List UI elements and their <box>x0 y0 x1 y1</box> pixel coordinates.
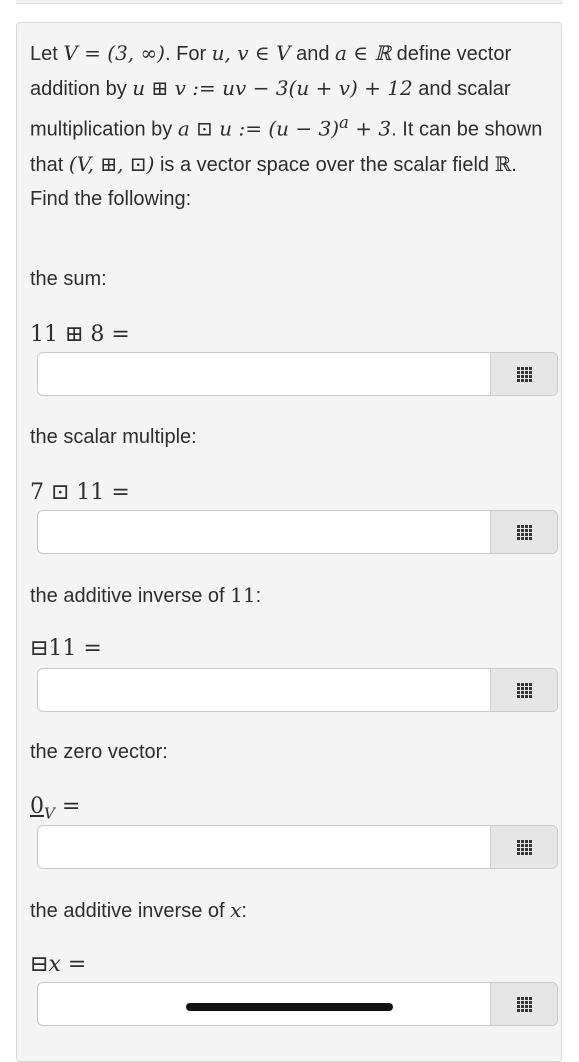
question-label-sum: the sum: <box>30 268 107 290</box>
question-label-scalar: the scalar multiple: <box>30 426 197 448</box>
inverse-operator: ⊟ <box>30 952 49 977</box>
math-palette-grid-icon <box>516 996 532 1012</box>
label-math: 11 <box>230 583 256 607</box>
zero-subscript: V <box>44 804 55 823</box>
intro-math: a ⊡ u := (u − 3) <box>177 116 340 141</box>
question-expression-inverse-x: ⊟x = <box>30 952 86 977</box>
answer-input-sum[interactable] <box>38 353 493 395</box>
label-math: x <box>230 898 242 922</box>
intro-math: + 3 <box>348 116 392 141</box>
answer-field-scalar <box>37 510 558 554</box>
intro-math: a ∈ ℝ <box>335 41 392 65</box>
intro-math: (V, ⊞, ⊡) <box>68 151 155 176</box>
intro-text: and <box>290 43 335 65</box>
math-palette-grid-icon <box>516 366 532 382</box>
question-expression-sum: 11 ⊞ 8 = <box>30 322 130 347</box>
math-palette-button[interactable] <box>490 826 557 868</box>
variable-x: x <box>48 952 61 977</box>
intro-math-exponent: a <box>339 113 349 132</box>
question-expression-zero: 0V = <box>30 794 80 822</box>
equals-sign: = <box>60 952 87 977</box>
equals-sign: = <box>54 794 81 819</box>
intro-math: ℝ <box>494 151 512 176</box>
math-palette-button[interactable] <box>490 353 557 395</box>
math-palette-button[interactable] <box>490 983 557 1025</box>
answer-field-zero <box>37 825 558 869</box>
label-text: : <box>255 585 262 607</box>
home-indicator[interactable] <box>186 1003 393 1011</box>
math-palette-button[interactable] <box>490 511 557 553</box>
intro-math: u, v ∈ V <box>211 41 291 65</box>
math-palette-button[interactable] <box>490 669 557 711</box>
question-expression-scalar: 7 ⊡ 11 = <box>30 480 130 505</box>
intro-math: u ⊞ v := uv − 3(u + v) + 12 <box>132 76 413 100</box>
intro-math: V = (3, ∞) <box>63 41 165 65</box>
math-palette-grid-icon <box>516 839 532 855</box>
answer-input-inverse-11[interactable] <box>38 669 493 711</box>
question-expression-inverse-11: ⊟11 = <box>30 636 102 661</box>
answer-input-scalar[interactable] <box>38 511 493 553</box>
math-palette-grid-icon <box>516 682 532 698</box>
intro-text: Let <box>30 43 64 65</box>
intro-text: . For <box>164 43 212 65</box>
label-text: : <box>241 900 247 922</box>
previous-card-edge <box>16 0 563 4</box>
problem-statement: Let V = (3, ∞). For u, v ∈ V and a ∈ ℝ d… <box>30 36 550 216</box>
math-palette-grid-icon <box>516 524 532 540</box>
question-label-zero: the zero vector: <box>30 741 168 763</box>
answer-field-inverse-11 <box>37 668 558 712</box>
label-text: the additive inverse of <box>30 585 231 607</box>
answer-field-sum <box>37 352 558 396</box>
question-label-inverse-x: the additive inverse of x: <box>30 898 247 923</box>
answer-input-zero[interactable] <box>38 826 493 868</box>
intro-text: is a vector space over the scalar field <box>154 153 495 176</box>
label-text: the additive inverse of <box>30 900 231 922</box>
zero-symbol: 0 <box>30 794 44 819</box>
question-label-inverse-11: the additive inverse of 11: <box>30 583 261 608</box>
